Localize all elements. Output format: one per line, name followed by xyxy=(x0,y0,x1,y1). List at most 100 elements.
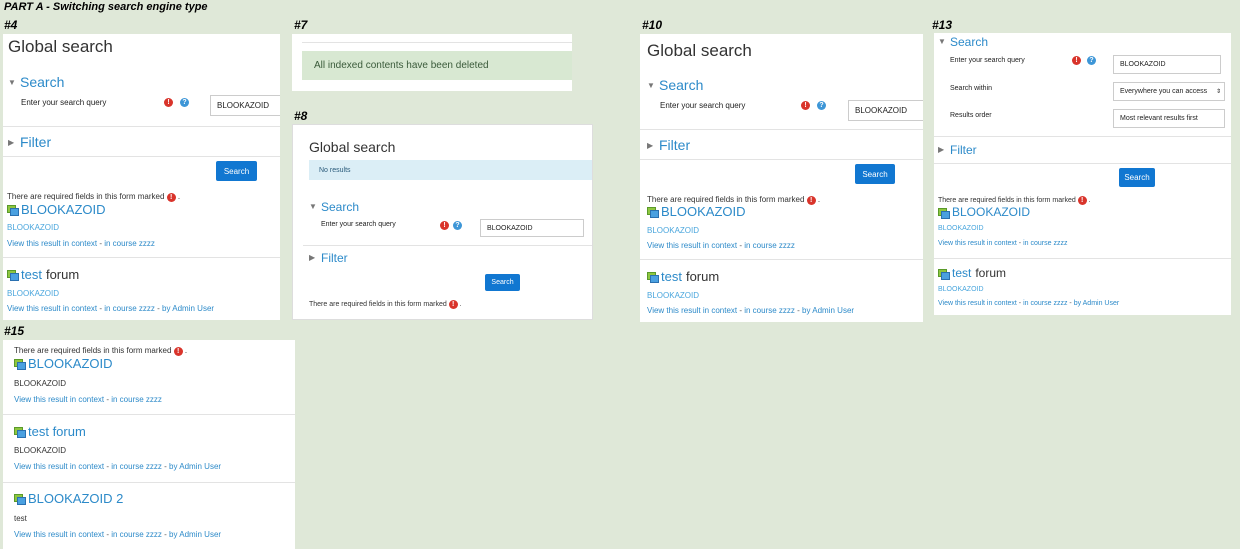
search-section-toggle[interactable]: ▼ Search xyxy=(647,77,703,93)
result-content: BLOOKAZOID xyxy=(7,289,60,298)
step-label-10: #10 xyxy=(642,18,663,32)
search-within-label: Search within xyxy=(950,85,993,92)
caret-down-icon: ▼ xyxy=(8,78,16,87)
result-content: BLOOKAZOID xyxy=(938,225,984,232)
required-icon: ! xyxy=(1072,56,1081,65)
search-query-input[interactable]: BLOOKAZOID xyxy=(480,219,584,237)
filter-section-toggle[interactable]: ▶ Filter xyxy=(8,134,51,150)
forum-icon xyxy=(7,205,19,216)
result-content: BLOOKAZOID xyxy=(14,379,67,388)
search-query-input[interactable]: BLOOKAZOID xyxy=(1113,55,1221,74)
search-section-toggle[interactable]: ▼ Search xyxy=(309,200,359,214)
result-content: test xyxy=(14,514,27,523)
search-button[interactable]: Search xyxy=(1119,168,1155,187)
panel-step-13: ▼ Search Enter your search query ! ? BLOO… xyxy=(934,33,1231,315)
panel-step-7: All indexed contents have been deleted xyxy=(292,34,572,91)
caret-right-icon: ▶ xyxy=(647,141,654,150)
search-within-select[interactable]: Everywhere you can access ⇕ xyxy=(1113,82,1225,101)
step-label-7: #7 xyxy=(294,18,308,32)
step-label-13: #13 xyxy=(932,18,953,32)
required-note: There are required fields in this form m… xyxy=(938,196,1091,205)
step-label-4: #4 xyxy=(4,18,18,32)
result-content: BLOOKAZOID xyxy=(647,226,700,235)
required-icon: ! xyxy=(448,300,458,309)
filter-section-label: Filter xyxy=(659,137,691,153)
search-section-toggle[interactable]: ▼ Search xyxy=(938,35,988,49)
forum-icon xyxy=(7,270,19,281)
select-arrows-icon: ⇕ xyxy=(1215,89,1221,95)
required-icon: ! xyxy=(440,221,449,230)
search-button[interactable]: Search xyxy=(855,164,895,184)
required-note: There are required fields in this form m… xyxy=(309,300,462,309)
result-context-links[interactable]: View this result in context - in course … xyxy=(7,239,155,248)
no-results-alert: No results xyxy=(309,160,592,180)
filter-section-toggle[interactable]: ▶ Filter xyxy=(938,143,977,157)
part-title: PART A - Switching search engine type xyxy=(4,1,208,13)
result-context-links[interactable]: View this result in context - in course … xyxy=(938,300,1119,307)
result-title-link[interactable]: BLOOKAZOID 2 xyxy=(14,491,123,506)
query-label: Enter your search query xyxy=(321,221,396,228)
search-section-label: Search xyxy=(20,74,65,90)
query-label: Enter your search query xyxy=(950,57,1025,64)
help-icon[interactable]: ? xyxy=(453,221,462,230)
caret-right-icon: ▶ xyxy=(938,145,945,154)
search-query-input[interactable]: BLOOKAZOID xyxy=(210,95,280,116)
help-icon[interactable]: ? xyxy=(817,101,826,110)
page-title: Global search xyxy=(8,37,113,56)
search-button[interactable]: Search xyxy=(485,274,520,291)
forum-icon xyxy=(14,359,26,370)
forum-icon xyxy=(938,207,950,219)
required-icon: ! xyxy=(164,98,173,107)
help-icon[interactable]: ? xyxy=(180,98,189,107)
step-label-8: #8 xyxy=(294,109,308,123)
caret-right-icon: ▶ xyxy=(309,253,316,262)
forum-icon xyxy=(14,427,26,438)
forum-icon xyxy=(938,268,950,280)
result-context-links[interactable]: View this result in context - in course … xyxy=(7,304,214,313)
required-icon: ! xyxy=(806,196,816,205)
required-icon: ! xyxy=(1077,196,1087,205)
result-title-link[interactable]: BLOOKAZOID xyxy=(647,204,746,219)
result-content: BLOOKAZOID xyxy=(938,286,984,293)
result-context-links[interactable]: View this result in context - in course … xyxy=(938,240,1067,247)
result-context-links[interactable]: View this result in context - in course … xyxy=(14,530,221,539)
required-icon: ! xyxy=(801,101,810,110)
forum-icon xyxy=(647,207,659,218)
panel-step-8: Global search No results ▼ Search Enter y… xyxy=(292,124,593,320)
filter-section-toggle[interactable]: ▶ Filter xyxy=(309,251,348,265)
help-icon[interactable]: ? xyxy=(1087,56,1096,65)
panel-step-10: Global search ▼ Search Enter your search … xyxy=(640,34,923,322)
caret-down-icon: ▼ xyxy=(938,37,946,46)
result-content: BLOOKAZOID xyxy=(14,446,67,455)
search-query-input[interactable]: BLOOKAZOID xyxy=(848,100,923,121)
result-title-link[interactable]: BLOOKAZOID xyxy=(14,356,113,371)
search-section-label: Search xyxy=(659,77,704,93)
result-context-links[interactable]: View this result in context - in course … xyxy=(14,462,221,471)
filter-section-label: Filter xyxy=(20,134,52,150)
results-order-select[interactable]: Most relevant results first xyxy=(1113,109,1225,128)
result-context-links[interactable]: View this result in context - in course … xyxy=(647,306,854,315)
search-button[interactable]: Search xyxy=(216,161,257,181)
search-section-toggle[interactable]: ▼ Search xyxy=(8,74,64,90)
result-title-link[interactable]: BLOOKAZOID xyxy=(7,202,106,217)
caret-down-icon: ▼ xyxy=(647,81,655,90)
result-title-link[interactable]: test forum xyxy=(14,424,86,439)
result-context-links[interactable]: View this result in context - in course … xyxy=(14,395,162,404)
result-title-link[interactable]: test forum xyxy=(7,267,79,282)
result-content: BLOOKAZOID xyxy=(647,291,700,300)
filter-section-toggle[interactable]: ▶ Filter xyxy=(647,137,690,153)
search-section-label: Search xyxy=(950,35,989,49)
panel-step-15: There are required fields in this form m… xyxy=(3,340,295,549)
result-title-link[interactable]: BLOOKAZOID xyxy=(938,205,1030,219)
result-context-links[interactable]: View this result in context - in course … xyxy=(647,241,795,250)
search-section-label: Search xyxy=(321,200,360,214)
result-title-link[interactable]: test forum xyxy=(647,269,719,284)
result-content: BLOOKAZOID xyxy=(7,223,60,232)
result-title-link[interactable]: test forum xyxy=(938,266,1006,280)
caret-down-icon: ▼ xyxy=(309,202,317,211)
required-note: There are required fields in this form m… xyxy=(7,192,181,202)
success-alert: All indexed contents have been deleted xyxy=(302,51,572,80)
query-label: Enter your search query xyxy=(21,98,107,107)
results-order-label: Results order xyxy=(950,112,992,119)
required-icon: ! xyxy=(173,347,183,356)
